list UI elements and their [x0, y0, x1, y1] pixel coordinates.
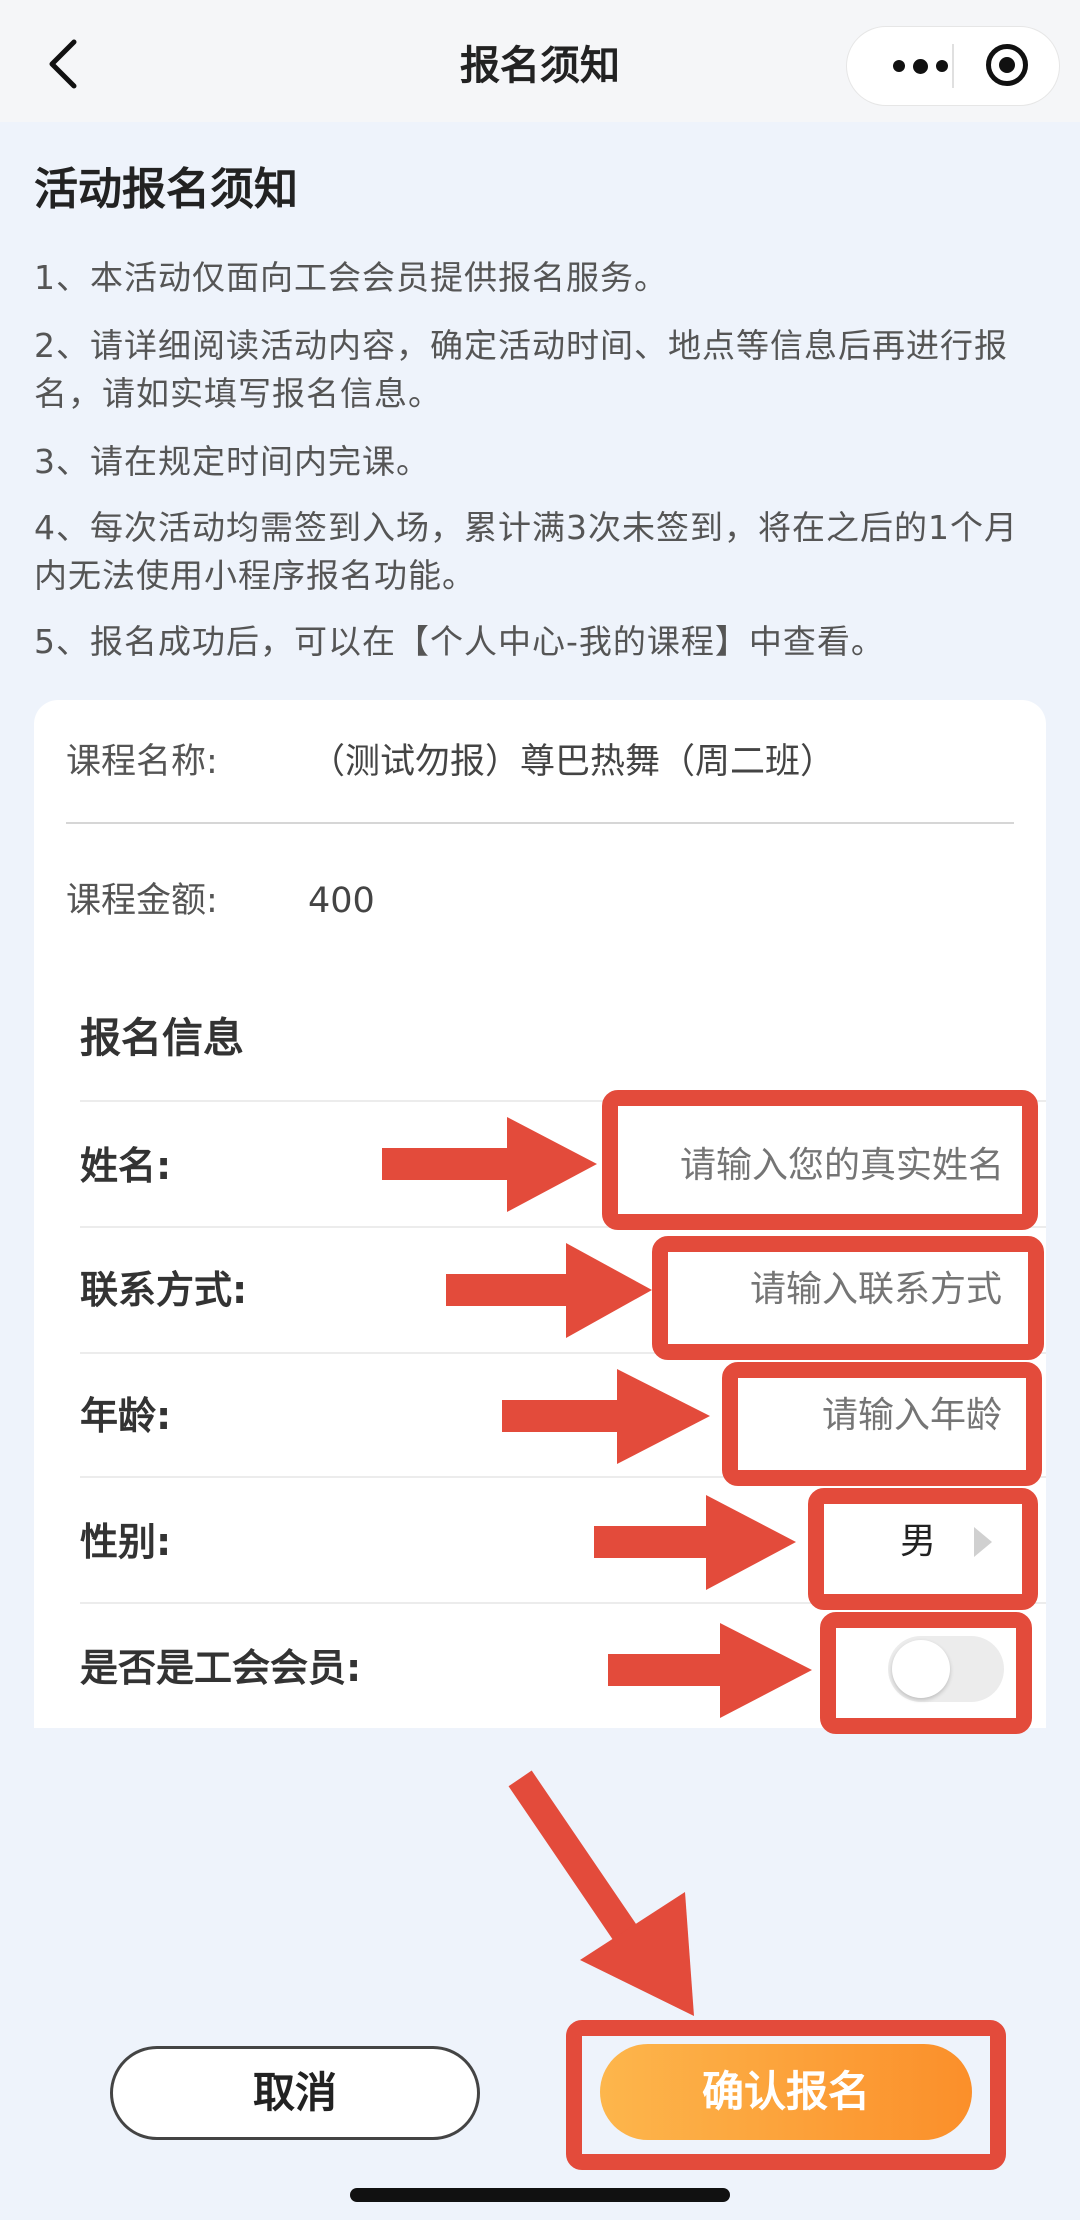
annotation-box	[652, 1236, 1044, 1360]
notice-title: 活动报名须知	[34, 164, 298, 215]
notice-item: 4、每次活动均需签到入场，累计满3次未签到，将在之后的1个月内无法使用小程序报名…	[34, 508, 1018, 595]
annotation-box	[722, 1362, 1042, 1486]
home-indicator	[350, 2188, 730, 2202]
close-mini-program-icon[interactable]	[986, 44, 1028, 86]
notice-item: 2、请详细阅读活动内容，确定活动时间、地点等信息后再进行报名，请如实填写报名信息…	[34, 326, 1008, 413]
notice-item: 1、本活动仅面向工会会员提供报名服务。	[34, 258, 668, 297]
capsule-divider	[952, 44, 954, 88]
notice-item: 5、报名成功后，可以在【个人中心-我的课程】中查看。	[34, 622, 885, 661]
course-price-value: 400	[308, 881, 375, 921]
union-member-label: 是否是工会会员:	[80, 1646, 362, 1690]
annotation-box	[820, 1612, 1032, 1734]
more-options-icon[interactable]	[870, 26, 970, 106]
age-label: 年龄:	[80, 1394, 172, 1438]
cancel-button[interactable]: 取消	[110, 2046, 480, 2140]
annotation-box	[602, 1090, 1038, 1230]
annotation-box	[808, 1488, 1038, 1610]
arrow-icon	[508, 1770, 694, 2016]
contact-label: 联系方式:	[80, 1268, 248, 1312]
course-name-label: 课程名称:	[66, 742, 218, 782]
divider	[66, 822, 1014, 824]
gender-label: 性别:	[80, 1520, 172, 1564]
course-name-value: （测试勿报）尊巴热舞（周二班）	[310, 742, 836, 782]
name-label: 姓名:	[80, 1144, 172, 1188]
form-title: 报名信息	[80, 1014, 244, 1062]
confirm-registration-button[interactable]: 确认报名	[600, 2044, 972, 2140]
notice-item: 3、请在规定时间内完课。	[34, 442, 430, 481]
course-price-label: 课程金额:	[66, 881, 218, 921]
